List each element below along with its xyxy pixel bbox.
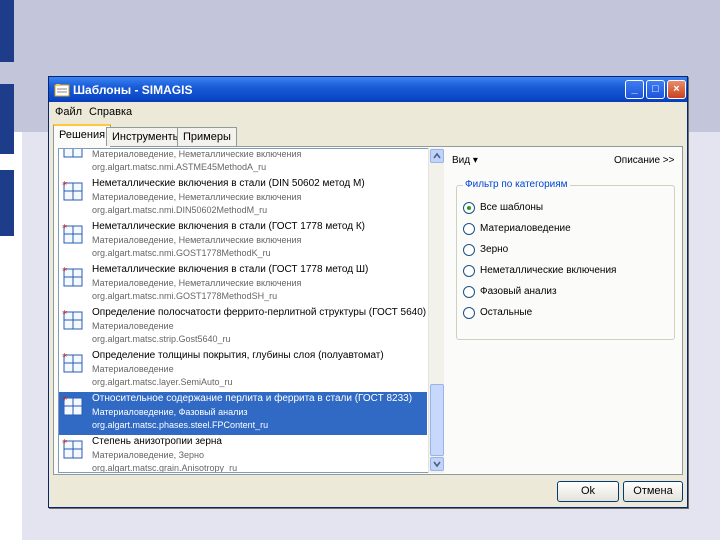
radio-label: Зерно (480, 244, 509, 255)
templates-app-icon (54, 84, 70, 97)
template-grid-icon: * (62, 352, 83, 373)
template-class-name: org.algart.matsc.layer.SemiAuto_ru (92, 377, 233, 387)
tab-examples[interactable]: Примеры (177, 127, 237, 146)
scroll-thumb[interactable] (430, 384, 444, 456)
radio-button[interactable] (463, 244, 475, 256)
close-button[interactable]: × (667, 80, 686, 99)
template-class-name: org.algart.matsc.phases.steel.FPContent_… (92, 420, 269, 430)
template-category: Материаловедение, Неметаллические включе… (92, 149, 302, 159)
template-title: Относительное содержание перлита и ферри… (92, 393, 413, 404)
new-star-icon: * (62, 223, 67, 234)
tab-tools[interactable]: Инструменты (106, 127, 187, 146)
template-title: Определение толщины покрытия, глубины сл… (92, 350, 384, 361)
new-star-icon: * (62, 180, 67, 191)
new-star-icon: * (62, 438, 67, 449)
radio-label: Все шаблоны (480, 202, 544, 213)
template-list-item[interactable]: * Степень анизотропии зерна Материаловеден… (59, 435, 427, 473)
template-category: Материаловедение, Неметаллические включе… (92, 192, 302, 202)
view-menu-button[interactable]: Вид ▾ (452, 155, 478, 166)
scroll-up-button[interactable] (430, 149, 444, 163)
radio-button[interactable] (463, 286, 475, 298)
scroll-down-button[interactable] (430, 457, 444, 471)
new-star-icon: * (62, 309, 67, 320)
template-list-item[interactable]: * Определение полосчатости феррито-перлит… (59, 306, 427, 349)
ok-button[interactable]: Ok (557, 481, 619, 502)
menu-file[interactable]: Файл (55, 106, 82, 118)
template-list-item[interactable]: Материаловедение, Неметаллические включе… (59, 149, 427, 177)
template-class-name: org.algart.matsc.grain.Anisotropy_ru (92, 463, 238, 473)
radio-button[interactable] (463, 202, 475, 214)
template-list-scrollbar[interactable] (428, 148, 444, 473)
slide-accent-block (0, 84, 14, 154)
template-list[interactable]: Материаловедение, Неметаллические включе… (58, 148, 432, 473)
template-title: Определение полосчатости феррито-перлитн… (92, 307, 427, 318)
template-category: Материаловедение, Зерно (92, 450, 204, 460)
radio-label: Неметаллические включения (480, 265, 617, 276)
template-class-name: org.algart.matsc.nmi.GOST1778MethodSH_ru (92, 291, 278, 301)
template-grid-icon: * (62, 266, 83, 287)
template-category: Материаловедение (92, 364, 174, 374)
radio-button[interactable] (463, 265, 475, 277)
window-titlebar[interactable]: Шаблоны - SIMAGIS _ □ × (49, 77, 687, 102)
template-list-item[interactable]: * Неметаллические включения в стали (ГОСТ… (59, 220, 427, 263)
tab-solutions[interactable]: Решения (53, 124, 112, 147)
category-filter-legend: Фильтр по категориям (463, 179, 570, 190)
template-category: Материаловедение, Фазовый анализ (92, 407, 248, 417)
template-class-name: org.algart.matsc.nmi.ASTME45MethodA_ru (92, 162, 267, 172)
template-list-item[interactable]: * Неметаллические включения в стали (DIN … (59, 177, 427, 220)
template-title: Неметаллические включения в стали (DIN 5… (92, 178, 365, 189)
template-category: Материаловедение, Неметаллические включе… (92, 278, 302, 288)
slide-accent-block (0, 170, 14, 236)
slide-accent-block (0, 0, 14, 62)
minimize-button[interactable]: _ (625, 80, 644, 99)
radio-button[interactable] (463, 223, 475, 235)
template-grid-icon: * (62, 309, 83, 330)
template-list-item[interactable]: * Относительное содержание перлита и ферр… (59, 392, 427, 435)
template-title: Неметаллические включения в стали (ГОСТ … (92, 264, 369, 275)
new-star-icon: * (62, 266, 67, 277)
menu-help[interactable]: Справка (89, 106, 132, 118)
template-class-name: org.algart.matsc.nmi.GOST1778MethodK_ru (92, 248, 271, 258)
template-title: Степень анизотропии зерна (92, 436, 222, 447)
templates-window: Шаблоны - SIMAGIS _ □ × Файл Справка Мат… (48, 76, 688, 508)
radio-label: Остальные (480, 307, 533, 318)
template-category: Материаловедение, Неметаллические включе… (92, 235, 302, 245)
template-title: Неметаллические включения в стали (ГОСТ … (92, 221, 365, 232)
template-class-name: org.algart.matsc.nmi.DIN50602MethodM_ru (92, 205, 268, 215)
template-grid-icon (63, 149, 83, 158)
cancel-button[interactable]: Отмена (623, 481, 683, 502)
new-star-icon: * (62, 395, 67, 406)
chevron-up-icon (433, 152, 441, 159)
template-grid-icon: * (62, 395, 83, 416)
template-grid-icon: * (62, 438, 83, 459)
radio-label: Материаловедение (480, 223, 571, 234)
maximize-button[interactable]: □ (646, 80, 665, 99)
template-category: Материаловедение (92, 321, 174, 331)
radio-button[interactable] (463, 307, 475, 319)
category-filter-group: Фильтр по категориям Все шаблоны Материал… (456, 179, 675, 340)
template-list-item[interactable]: * Неметаллические включения в стали (ГОСТ… (59, 263, 427, 306)
template-class-name: org.algart.matsc.strip.Gost5640_ru (92, 334, 231, 344)
template-grid-icon: * (62, 180, 83, 201)
window-title: Шаблоны - SIMAGIS (73, 83, 193, 97)
radio-label: Фазовый анализ (480, 286, 557, 297)
tab-panel-solutions: Материаловедение, Неметаллические включе… (53, 146, 683, 475)
menu-bar: Файл Справка (49, 102, 687, 122)
description-toggle-button[interactable]: Описание >> (614, 155, 674, 166)
template-list-item[interactable]: * Определение толщины покрытия, глубины с… (59, 349, 427, 392)
new-star-icon: * (62, 352, 67, 363)
chevron-down-icon (433, 461, 441, 468)
template-grid-icon: * (62, 223, 83, 244)
